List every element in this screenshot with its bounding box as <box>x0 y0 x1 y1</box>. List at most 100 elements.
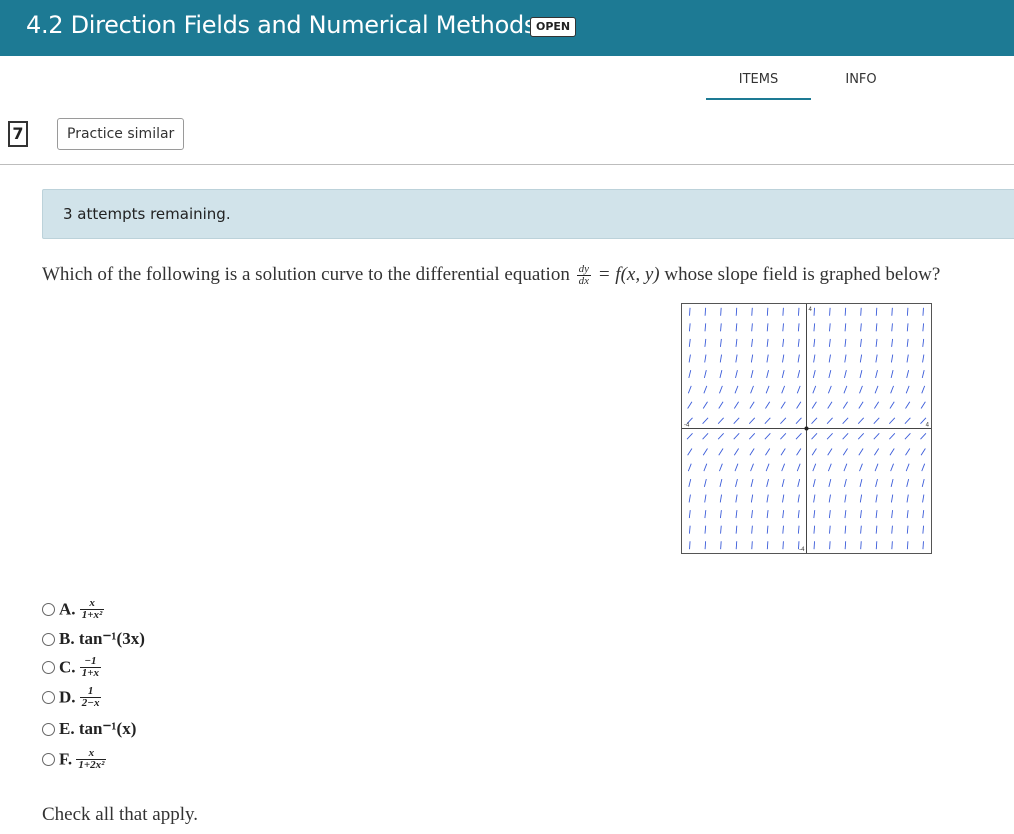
slope-segment <box>859 385 863 394</box>
attempts-remaining-banner: 3 attempts remaining. <box>42 189 1014 239</box>
radio-e[interactable] <box>42 722 55 736</box>
slope-segment <box>921 478 925 487</box>
choice-b-expression: tan⁻¹(3x) <box>78 629 145 649</box>
slope-segment <box>890 478 894 487</box>
slope-field-graph: -4 4 4 -4 <box>681 303 932 554</box>
slope-segment <box>717 433 724 440</box>
slope-segment <box>749 448 755 456</box>
slope-segment <box>906 354 909 363</box>
x-max-label: 4 <box>926 423 930 429</box>
slope-segment <box>781 385 786 394</box>
radio-f[interactable] <box>42 753 55 766</box>
slope-segment <box>844 541 847 550</box>
slope-segment <box>921 370 925 379</box>
slope-segment <box>859 494 863 503</box>
radio-a[interactable] <box>42 603 55 616</box>
tab-info[interactable]: INFO <box>820 72 902 87</box>
slope-segment <box>874 463 879 472</box>
slope-segment <box>688 510 691 519</box>
slope-segment <box>795 417 802 424</box>
status-badge: OPEN <box>530 17 577 37</box>
slope-segment <box>688 494 691 503</box>
choice-b[interactable]: B. tan⁻¹(3x) <box>42 628 145 656</box>
choice-e[interactable]: E. tan⁻¹(x) <box>42 718 136 746</box>
slope-segment <box>704 307 707 316</box>
slope-segment <box>859 463 863 472</box>
slope-segment <box>920 401 926 409</box>
slope-segment <box>860 338 862 347</box>
slope-segment <box>797 494 800 503</box>
slope-segment <box>890 385 894 394</box>
slope-segment <box>829 525 831 534</box>
radio-b[interactable] <box>42 632 55 646</box>
slope-segment <box>842 417 849 424</box>
slope-segment <box>891 338 894 347</box>
slope-field-svg: -4 4 4 -4 <box>682 304 931 553</box>
slope-segment <box>718 401 724 409</box>
slope-segment <box>827 385 832 394</box>
origin-point <box>804 426 809 431</box>
choice-f-fraction: x 1+2x² <box>76 748 107 771</box>
slope-segment <box>734 463 739 472</box>
slope-segment <box>889 448 895 456</box>
slope-segment <box>844 525 847 534</box>
slope-segment <box>765 448 771 456</box>
slope-segment <box>858 401 864 409</box>
slope-segment <box>780 401 786 409</box>
slope-segment <box>796 448 802 456</box>
slope-segment <box>813 323 816 332</box>
slope-segment <box>782 541 784 550</box>
slope-segment <box>890 354 894 363</box>
slope-segment <box>875 541 878 550</box>
slope-segment <box>687 385 692 394</box>
slope-segment <box>720 525 722 534</box>
slope-segment <box>688 370 692 379</box>
choice-a[interactable]: A. x 1+x² <box>42 598 105 626</box>
slope-segment <box>782 323 784 332</box>
slope-segment <box>751 323 753 332</box>
slope-segment <box>717 417 724 424</box>
slope-segment <box>766 510 769 519</box>
slope-segment <box>890 463 894 472</box>
slope-segment <box>828 494 831 503</box>
slope-segment <box>751 510 753 519</box>
choice-c[interactable]: C. −1 1+x <box>42 656 102 684</box>
slope-segment <box>781 478 785 487</box>
slope-segment <box>702 448 708 456</box>
radio-d[interactable] <box>42 691 55 704</box>
slope-segment <box>844 370 847 379</box>
slope-segment <box>891 525 893 534</box>
slope-segment <box>764 433 771 440</box>
slope-segment <box>875 370 878 379</box>
slope-segment <box>750 370 754 379</box>
slope-segment <box>811 417 818 424</box>
slope-segment <box>857 417 865 424</box>
radio-c[interactable] <box>42 661 55 674</box>
slope-segment <box>906 370 910 379</box>
slope-segment <box>828 370 832 379</box>
choice-d[interactable]: D. 1 2−x <box>42 686 102 714</box>
slope-segment <box>689 541 691 550</box>
slope-segment <box>829 307 831 316</box>
slope-segment <box>906 494 909 503</box>
slope-segment <box>922 525 925 534</box>
practice-similar-button[interactable]: Practice similar <box>57 118 185 150</box>
choice-e-expression: tan⁻¹(x) <box>78 719 137 739</box>
slope-segment <box>844 323 847 332</box>
slope-segment <box>922 510 925 519</box>
slope-segment <box>766 478 769 487</box>
slope-segment <box>719 478 723 487</box>
choice-b-letter: B. <box>59 629 75 649</box>
question-number[interactable]: 7 <box>8 121 28 147</box>
slope-segment <box>813 541 815 550</box>
slope-segment <box>719 463 723 472</box>
slope-segment <box>875 307 878 316</box>
slope-segment <box>750 354 754 363</box>
tab-items[interactable]: ITEMS <box>706 72 811 87</box>
header-bar: 4.2 Direction Fields and Numerical Metho… <box>0 0 1014 56</box>
page-title: 4.2 Direction Fields and Numerical Metho… <box>26 11 537 39</box>
slope-segment <box>733 401 739 409</box>
choice-f[interactable]: F. x 1+2x² <box>42 748 107 776</box>
slope-segment <box>782 307 784 316</box>
derivative-fraction: dy dx <box>576 264 591 287</box>
